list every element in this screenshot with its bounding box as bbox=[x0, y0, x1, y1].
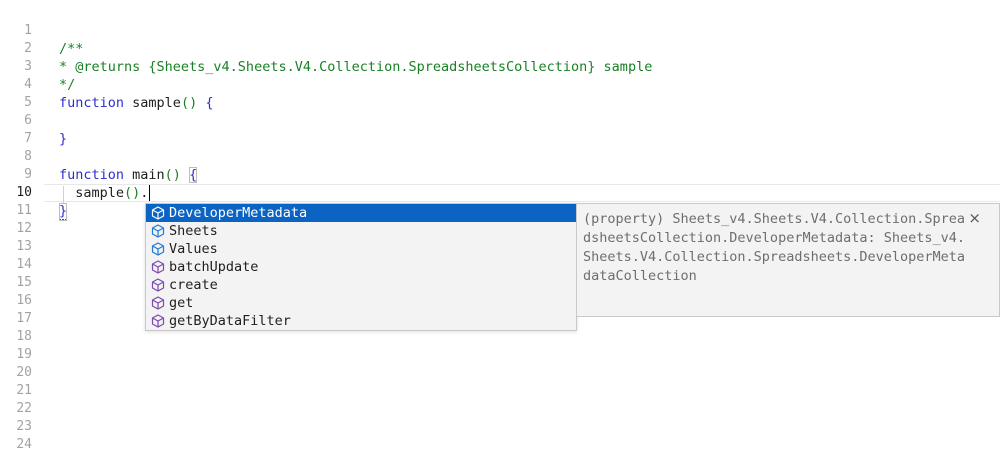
function-name: sample bbox=[124, 95, 181, 111]
suggestion-item-values[interactable]: Values bbox=[146, 240, 576, 258]
suggestion-item-sheets[interactable]: Sheets bbox=[146, 222, 576, 240]
call-expression: sample bbox=[59, 185, 125, 201]
property-icon bbox=[150, 205, 166, 221]
line-number: 12 bbox=[16, 221, 32, 236]
suggestion-details-panel: (property) Sheets_v4.Sheets.V4.Collectio… bbox=[577, 203, 1000, 317]
jsdoc-comment: * @returns {Sheets_v4.Sheets.V4.Collecti… bbox=[59, 59, 653, 75]
suggestion-item-create[interactable]: create bbox=[146, 276, 576, 294]
keyword-function: function bbox=[59, 95, 125, 111]
line-number: 6 bbox=[24, 113, 32, 128]
line-number-gutter: 1 2 3 4 5 6 7 8 9 10 11 12 13 14 15 16 1… bbox=[0, 22, 38, 454]
code-line-3: * @returns {Sheets_v4.Sheets.V4.Collecti… bbox=[59, 58, 1000, 76]
line-number: 9 bbox=[24, 167, 32, 182]
line-number: 8 bbox=[24, 149, 32, 164]
code-line-10: sample(). bbox=[59, 184, 1000, 202]
function-name: main bbox=[124, 167, 165, 183]
property-icon bbox=[150, 241, 166, 257]
suggestion-label: DeveloperMetadata bbox=[169, 205, 308, 221]
suggestion-label: get bbox=[169, 295, 194, 311]
suggestion-item-get[interactable]: get bbox=[146, 294, 576, 312]
code-line-9: function main() { bbox=[59, 166, 1000, 184]
suggestion-item-developer-metadata[interactable]: DeveloperMetadata bbox=[146, 204, 576, 222]
close-icon[interactable]: × bbox=[968, 209, 981, 228]
line-number: 13 bbox=[16, 239, 32, 254]
jsdoc-comment: /** bbox=[59, 41, 84, 57]
suggestion-item-get-by-data-filter[interactable]: getByDataFilter bbox=[146, 312, 576, 330]
suggestion-label: Sheets bbox=[169, 223, 218, 239]
parens: () bbox=[180, 95, 198, 111]
method-icon bbox=[150, 313, 166, 329]
line-number: 17 bbox=[16, 311, 32, 326]
suggestion-widget[interactable]: DeveloperMetadata Sheets Values batchUpd… bbox=[145, 203, 577, 331]
close-brace: } bbox=[59, 131, 68, 147]
keyword-function: function bbox=[59, 167, 125, 183]
line-number: 21 bbox=[16, 383, 32, 398]
suggestion-item-batch-update[interactable]: batchUpdate bbox=[146, 258, 576, 276]
code-line-5: function sample() { bbox=[59, 94, 1000, 112]
line-number: 5 bbox=[24, 95, 32, 110]
open-brace-matched: { bbox=[189, 167, 198, 183]
open-brace: { bbox=[197, 95, 214, 111]
suggestion-label: batchUpdate bbox=[169, 259, 259, 275]
line-number: 23 bbox=[16, 419, 32, 434]
line-number: 2 bbox=[24, 41, 32, 56]
line-number: 1 bbox=[24, 23, 32, 38]
parens: () bbox=[124, 185, 141, 201]
line-number: 11 bbox=[16, 203, 32, 218]
method-icon bbox=[150, 259, 166, 275]
code-editor[interactable]: 1 2 3 4 5 6 7 8 9 10 11 12 13 14 15 16 1… bbox=[0, 0, 1000, 452]
text-cursor bbox=[149, 185, 151, 201]
line-number: 19 bbox=[16, 347, 32, 362]
line-number: 15 bbox=[16, 275, 32, 290]
line-number: 18 bbox=[16, 329, 32, 344]
line-number: 16 bbox=[16, 293, 32, 308]
code-line-7: } bbox=[59, 130, 1000, 148]
code-line-4: */ bbox=[59, 76, 1000, 94]
code-line-2: /** bbox=[59, 40, 1000, 58]
suggestion-label: getByDataFilter bbox=[169, 313, 291, 329]
line-number: 3 bbox=[24, 59, 32, 74]
suggestion-label: create bbox=[169, 277, 218, 293]
jsdoc-comment: */ bbox=[59, 77, 76, 93]
line-number-active: 10 bbox=[16, 185, 32, 200]
close-brace-matched: } bbox=[59, 203, 68, 221]
suggestion-label: Values bbox=[169, 241, 218, 257]
line-number: 24 bbox=[16, 437, 32, 452]
details-signature: (property) Sheets_v4.Sheets.V4.Collectio… bbox=[583, 211, 966, 284]
line-number: 20 bbox=[16, 365, 32, 380]
line-number: 7 bbox=[24, 131, 32, 146]
method-icon bbox=[150, 295, 166, 311]
line-number: 22 bbox=[16, 401, 32, 416]
line-number: 4 bbox=[24, 77, 32, 92]
property-icon bbox=[150, 223, 166, 239]
parens: () bbox=[164, 167, 181, 183]
code-text-area[interactable]: /** * @returns {Sheets_v4.Sheets.V4.Coll… bbox=[59, 22, 1000, 221]
line-number: 14 bbox=[16, 257, 32, 272]
member-dot: . bbox=[140, 185, 149, 201]
method-icon bbox=[150, 277, 166, 293]
